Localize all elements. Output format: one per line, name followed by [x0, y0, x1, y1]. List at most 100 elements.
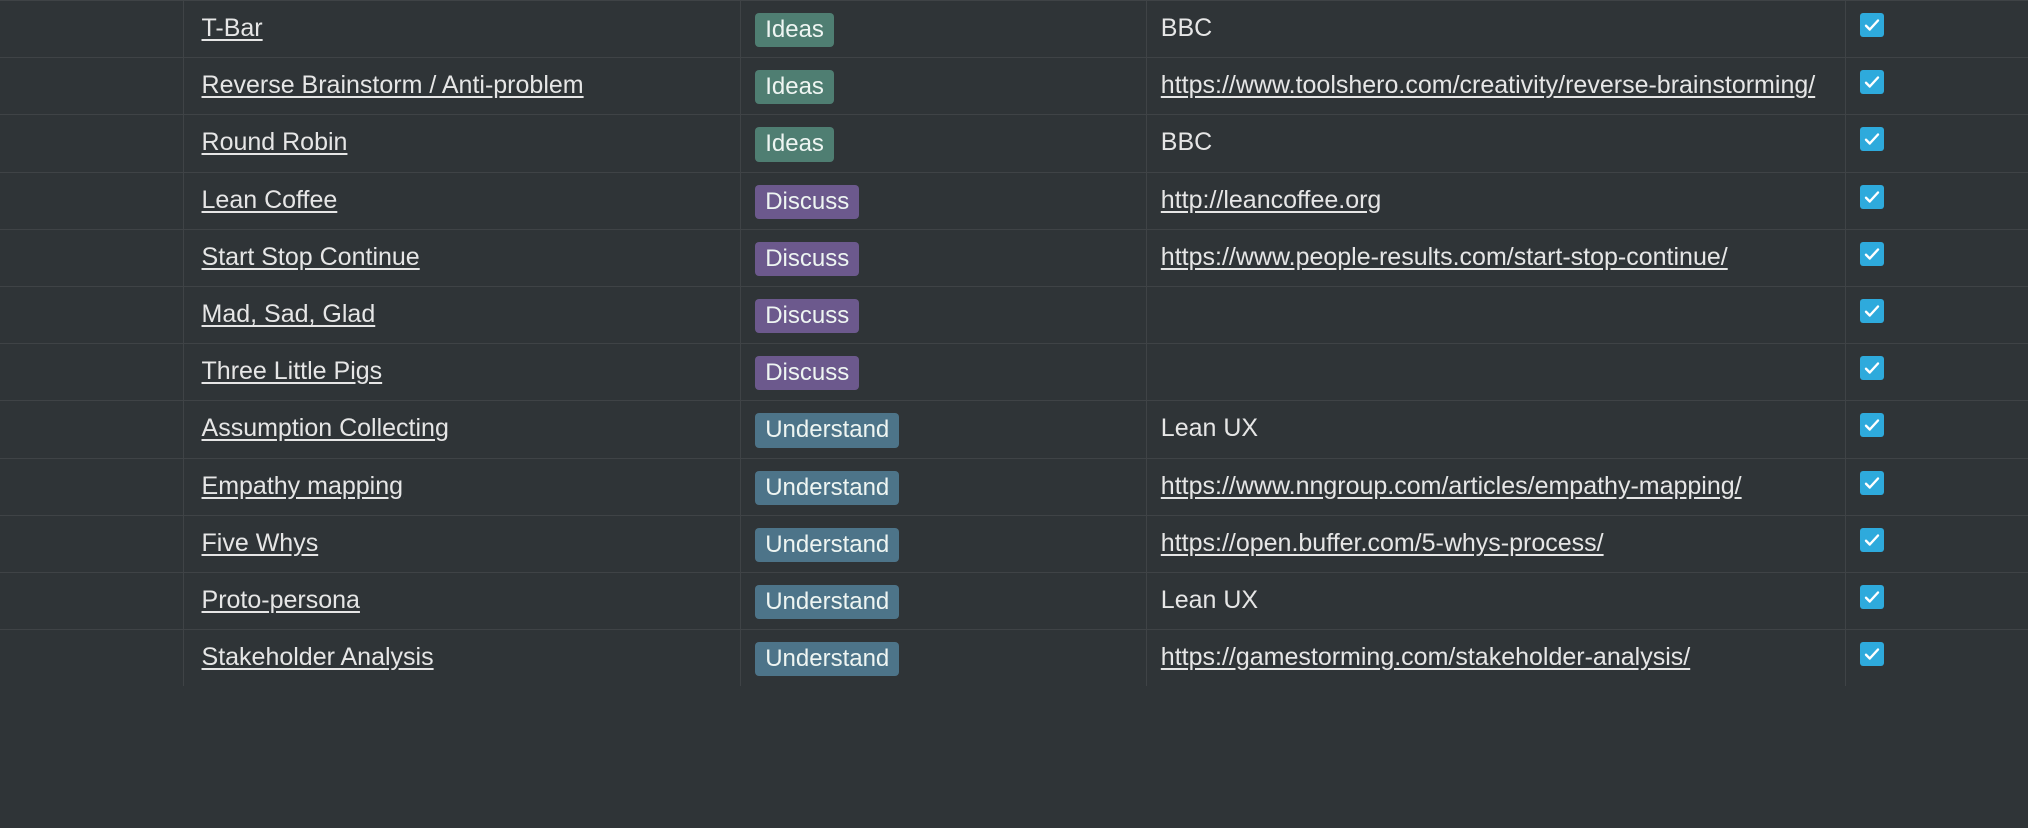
cell-name: Five Whys [184, 516, 742, 572]
technique-link[interactable]: Proto-persona [202, 583, 360, 618]
technique-link[interactable]: Mad, Sad, Glad [202, 297, 376, 332]
table-row: Assumption Collecting Understand Lean UX [0, 400, 2028, 457]
cell-check [1846, 573, 1898, 629]
cell-name: Empathy mapping [184, 459, 742, 515]
techniques-table: T-Bar Ideas BBC Reverse Brainstorm / Anti-p… [0, 0, 2028, 686]
cell-source: BBC [1147, 1, 1847, 57]
cell-source: http://leancoffee.org [1147, 173, 1847, 229]
source-link[interactable]: https://www.nngroup.com/articles/empathy… [1161, 469, 1742, 504]
cell-source: https://open.buffer.com/5-whys-process/ [1147, 516, 1847, 572]
technique-link[interactable]: Lean Coffee [202, 183, 338, 218]
tag-understand[interactable]: Understand [755, 413, 899, 447]
cell-check [1846, 1, 1898, 57]
source-text: BBC [1161, 125, 1212, 160]
tag-understand[interactable]: Understand [755, 528, 899, 562]
cell-tag: Understand [741, 516, 1147, 572]
row-gutter [0, 287, 184, 343]
cell-tag: Understand [741, 401, 1147, 457]
table-row: Five Whys Understand https://open.buffer.c… [0, 515, 2028, 572]
row-gutter [1898, 58, 2028, 114]
cell-source: Lean UX [1147, 573, 1847, 629]
cell-tag: Ideas [741, 1, 1147, 57]
cell-check [1846, 401, 1898, 457]
table-row: Stakeholder Analysis Understand https://ga… [0, 629, 2028, 686]
checkbox-checked[interactable] [1860, 185, 1884, 209]
cell-tag: Ideas [741, 115, 1147, 171]
cell-name: Mad, Sad, Glad [184, 287, 742, 343]
checkbox-checked[interactable] [1860, 642, 1884, 666]
cell-name: Reverse Brainstorm / Anti-problem [184, 58, 742, 114]
checkbox-checked[interactable] [1860, 242, 1884, 266]
cell-name: Stakeholder Analysis [184, 630, 742, 686]
source-link[interactable]: https://www.toolshero.com/creativity/rev… [1161, 68, 1815, 103]
source-link[interactable]: https://gamestorming.com/stakeholder-ana… [1161, 640, 1690, 675]
checkbox-checked[interactable] [1860, 127, 1884, 151]
cell-source: Lean UX [1147, 401, 1847, 457]
cell-check [1846, 630, 1898, 686]
technique-link[interactable]: Round Robin [202, 125, 348, 160]
checkbox-checked[interactable] [1860, 356, 1884, 380]
cell-check [1846, 287, 1898, 343]
row-gutter [1898, 459, 2028, 515]
row-gutter [0, 459, 184, 515]
cell-check [1846, 173, 1898, 229]
cell-source: BBC [1147, 115, 1847, 171]
row-gutter [0, 173, 184, 229]
cell-name: Start Stop Continue [184, 230, 742, 286]
cell-source: https://www.toolshero.com/creativity/rev… [1147, 58, 1847, 114]
checkbox-checked[interactable] [1860, 299, 1884, 323]
cell-name: Proto-persona [184, 573, 742, 629]
row-gutter [1898, 401, 2028, 457]
tag-ideas[interactable]: Ideas [755, 127, 834, 161]
technique-link[interactable]: Reverse Brainstorm / Anti-problem [202, 68, 584, 103]
tag-discuss[interactable]: Discuss [755, 185, 859, 219]
tag-understand[interactable]: Understand [755, 642, 899, 676]
technique-link[interactable]: T-Bar [202, 11, 263, 46]
technique-link[interactable]: Five Whys [202, 526, 319, 561]
tag-understand[interactable]: Understand [755, 471, 899, 505]
checkbox-checked[interactable] [1860, 585, 1884, 609]
cell-check [1846, 344, 1898, 400]
tag-discuss[interactable]: Discuss [755, 299, 859, 333]
table-row: Round Robin Ideas BBC [0, 114, 2028, 171]
cell-name: Three Little Pigs [184, 344, 742, 400]
technique-link[interactable]: Three Little Pigs [202, 354, 383, 389]
source-link[interactable]: https://www.people-results.com/start-sto… [1161, 240, 1728, 275]
row-gutter [1898, 344, 2028, 400]
technique-link[interactable]: Stakeholder Analysis [202, 640, 434, 675]
tag-discuss[interactable]: Discuss [755, 242, 859, 276]
checkbox-checked[interactable] [1860, 471, 1884, 495]
tag-ideas[interactable]: Ideas [755, 70, 834, 104]
tag-ideas[interactable]: Ideas [755, 13, 834, 47]
source-link[interactable]: http://leancoffee.org [1161, 183, 1382, 218]
cell-name: Assumption Collecting [184, 401, 742, 457]
tag-discuss[interactable]: Discuss [755, 356, 859, 390]
row-gutter [1898, 115, 2028, 171]
checkbox-checked[interactable] [1860, 13, 1884, 37]
cell-name: Lean Coffee [184, 173, 742, 229]
technique-link[interactable]: Start Stop Continue [202, 240, 420, 275]
cell-tag: Understand [741, 459, 1147, 515]
cell-tag: Ideas [741, 58, 1147, 114]
row-gutter [1898, 230, 2028, 286]
row-gutter [1898, 630, 2028, 686]
cell-tag: Understand [741, 630, 1147, 686]
technique-link[interactable]: Assumption Collecting [202, 411, 449, 446]
row-gutter [1898, 173, 2028, 229]
row-gutter [0, 115, 184, 171]
row-gutter [0, 230, 184, 286]
row-gutter [0, 1, 184, 57]
checkbox-checked[interactable] [1860, 413, 1884, 437]
technique-link[interactable]: Empathy mapping [202, 469, 404, 504]
checkbox-checked[interactable] [1860, 70, 1884, 94]
table-row: Three Little Pigs Discuss [0, 343, 2028, 400]
cell-tag: Discuss [741, 287, 1147, 343]
table-row: Start Stop Continue Discuss https://www.pe… [0, 229, 2028, 286]
tag-understand[interactable]: Understand [755, 585, 899, 619]
source-text: Lean UX [1161, 411, 1258, 446]
cell-tag: Discuss [741, 344, 1147, 400]
cell-name: T-Bar [184, 1, 742, 57]
source-link[interactable]: https://open.buffer.com/5-whys-process/ [1161, 526, 1604, 561]
cell-check [1846, 115, 1898, 171]
checkbox-checked[interactable] [1860, 528, 1884, 552]
